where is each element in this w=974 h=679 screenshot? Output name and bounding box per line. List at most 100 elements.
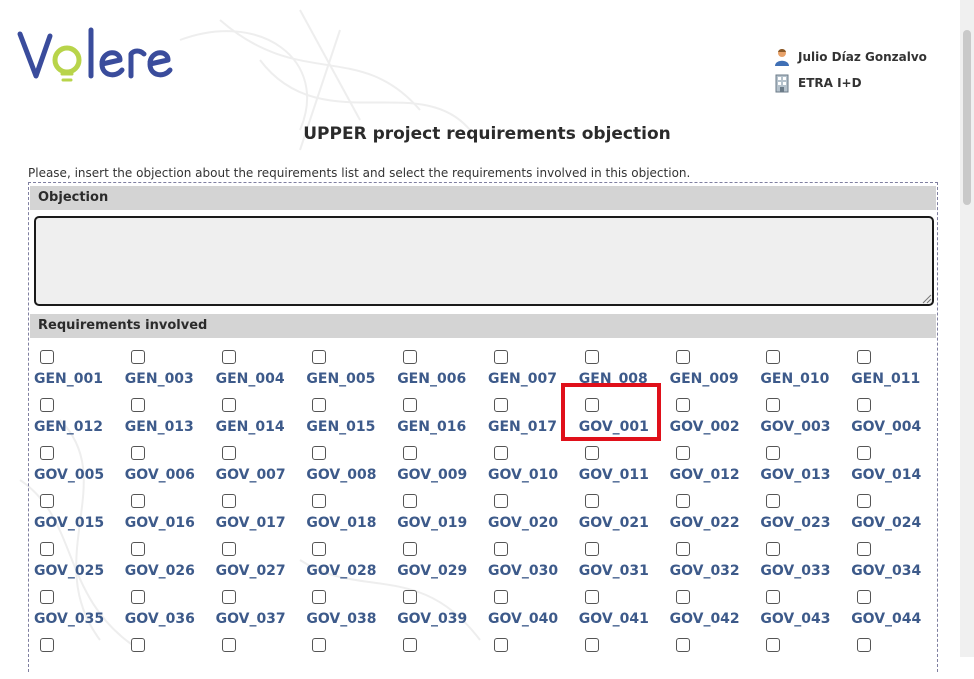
requirement-code[interactable]: GOV_023 xyxy=(760,515,830,531)
requirement-code[interactable]: GOV_039 xyxy=(397,611,467,627)
requirement-item[interactable]: GEN_016 xyxy=(397,395,487,439)
organization-row[interactable]: ETRA I+D xyxy=(772,70,927,96)
requirement-code[interactable]: GOV_010 xyxy=(488,467,558,483)
requirement-code[interactable]: GOV_038 xyxy=(306,611,376,627)
requirement-item[interactable]: GEN_004 xyxy=(216,347,306,391)
requirement-code[interactable]: GEN_006 xyxy=(397,371,466,387)
requirement-checkbox[interactable] xyxy=(221,446,236,460)
requirement-item[interactable]: GEN_003 xyxy=(125,347,215,391)
requirement-item[interactable]: GOV_033 xyxy=(760,539,850,583)
requirement-checkbox[interactable] xyxy=(675,638,690,652)
requirement-item[interactable]: GEN_009 xyxy=(670,347,760,391)
requirement-item[interactable] xyxy=(125,635,215,679)
requirement-item[interactable]: GOV_018 xyxy=(306,491,396,535)
requirement-checkbox[interactable] xyxy=(675,446,690,460)
requirement-code[interactable]: GEN_015 xyxy=(306,419,375,435)
requirement-checkbox[interactable] xyxy=(675,398,690,412)
requirement-checkbox[interactable] xyxy=(403,446,418,460)
requirement-checkbox[interactable] xyxy=(130,350,145,364)
requirement-code[interactable]: GOV_031 xyxy=(579,563,649,579)
requirement-item[interactable]: GOV_006 xyxy=(125,443,215,487)
requirement-code[interactable]: GOV_032 xyxy=(670,563,740,579)
requirement-code[interactable]: GEN_016 xyxy=(397,419,466,435)
requirement-checkbox[interactable] xyxy=(766,446,781,460)
requirement-item[interactable]: GOV_023 xyxy=(760,491,850,535)
requirement-code[interactable]: GOV_006 xyxy=(125,467,195,483)
requirement-item[interactable]: GEN_012 xyxy=(34,395,124,439)
requirement-checkbox[interactable] xyxy=(221,350,236,364)
requirement-checkbox[interactable] xyxy=(312,542,327,556)
requirement-checkbox[interactable] xyxy=(584,446,599,460)
requirement-checkbox[interactable] xyxy=(312,398,327,412)
requirement-code[interactable]: GOV_005 xyxy=(34,467,104,483)
requirement-code[interactable]: GOV_018 xyxy=(306,515,376,531)
requirement-item[interactable]: GOV_027 xyxy=(216,539,306,583)
requirement-checkbox[interactable] xyxy=(584,638,599,652)
requirement-checkbox[interactable] xyxy=(40,398,54,412)
requirement-checkbox[interactable] xyxy=(221,494,236,508)
vertical-scrollbar[interactable] xyxy=(960,0,974,657)
resize-grip-icon[interactable] xyxy=(920,292,932,304)
requirement-code[interactable]: GOV_042 xyxy=(670,611,740,627)
requirement-item[interactable]: GOV_012 xyxy=(670,443,760,487)
objection-textarea[interactable] xyxy=(34,216,934,306)
requirement-item[interactable]: GEN_005 xyxy=(306,347,396,391)
requirement-checkbox[interactable] xyxy=(130,590,145,604)
requirement-item[interactable]: GEN_013 xyxy=(125,395,215,439)
requirement-checkbox[interactable] xyxy=(584,542,599,556)
requirement-item[interactable]: GOV_035 xyxy=(34,587,124,631)
scrollbar-thumb[interactable] xyxy=(963,30,971,205)
requirement-checkbox[interactable] xyxy=(312,494,327,508)
requirement-item[interactable]: GOV_002 xyxy=(670,395,760,439)
requirement-item[interactable]: GOV_039 xyxy=(397,587,487,631)
requirement-item[interactable]: GOV_004 xyxy=(851,395,941,439)
requirement-checkbox[interactable] xyxy=(130,542,145,556)
requirement-item[interactable]: GOV_044 xyxy=(851,587,941,631)
requirement-item[interactable] xyxy=(760,635,850,679)
requirement-checkbox[interactable] xyxy=(403,590,418,604)
requirement-checkbox[interactable] xyxy=(675,542,690,556)
requirement-checkbox[interactable] xyxy=(40,542,54,556)
requirement-checkbox[interactable] xyxy=(584,350,599,364)
requirement-item[interactable]: GEN_006 xyxy=(397,347,487,391)
requirement-checkbox[interactable] xyxy=(221,638,236,652)
requirement-checkbox[interactable] xyxy=(221,590,236,604)
requirement-checkbox[interactable] xyxy=(130,638,145,652)
requirement-item[interactable]: GOV_040 xyxy=(488,587,578,631)
requirement-code[interactable]: GOV_014 xyxy=(851,467,921,483)
requirement-code[interactable]: GOV_007 xyxy=(216,467,286,483)
requirement-item[interactable]: GOV_043 xyxy=(760,587,850,631)
requirement-checkbox[interactable] xyxy=(40,638,54,652)
requirement-code[interactable]: GOV_028 xyxy=(306,563,376,579)
requirement-checkbox[interactable] xyxy=(40,590,54,604)
requirement-code[interactable]: GOV_036 xyxy=(125,611,195,627)
requirement-checkbox[interactable] xyxy=(494,446,508,460)
requirement-checkbox[interactable] xyxy=(857,638,872,652)
requirement-checkbox[interactable] xyxy=(403,494,418,508)
requirement-checkbox[interactable] xyxy=(312,446,327,460)
requirement-item[interactable] xyxy=(851,635,941,679)
requirement-item[interactable] xyxy=(488,635,578,679)
requirement-checkbox[interactable] xyxy=(857,350,872,364)
requirement-checkbox[interactable] xyxy=(403,638,418,652)
requirement-code[interactable]: GEN_012 xyxy=(34,419,103,435)
requirement-item[interactable]: GOV_025 xyxy=(34,539,124,583)
requirement-checkbox[interactable] xyxy=(766,638,781,652)
requirement-code[interactable]: GOV_004 xyxy=(851,419,921,435)
requirement-checkbox[interactable] xyxy=(766,350,781,364)
requirement-checkbox[interactable] xyxy=(675,494,690,508)
requirement-code[interactable]: GOV_016 xyxy=(125,515,195,531)
requirement-checkbox[interactable] xyxy=(403,350,418,364)
requirement-item[interactable] xyxy=(34,635,124,679)
requirement-code[interactable]: GOV_019 xyxy=(397,515,467,531)
requirement-code[interactable]: GOV_024 xyxy=(851,515,921,531)
requirement-item[interactable] xyxy=(579,635,669,679)
requirement-code[interactable]: GEN_003 xyxy=(125,371,194,387)
requirement-item[interactable] xyxy=(216,635,306,679)
requirement-code[interactable]: GOV_003 xyxy=(760,419,830,435)
requirement-checkbox[interactable] xyxy=(312,638,327,652)
requirement-code[interactable]: GEN_017 xyxy=(488,419,557,435)
requirement-code[interactable]: GOV_025 xyxy=(34,563,104,579)
requirement-code[interactable]: GOV_020 xyxy=(488,515,558,531)
requirement-code[interactable]: GOV_041 xyxy=(579,611,649,627)
